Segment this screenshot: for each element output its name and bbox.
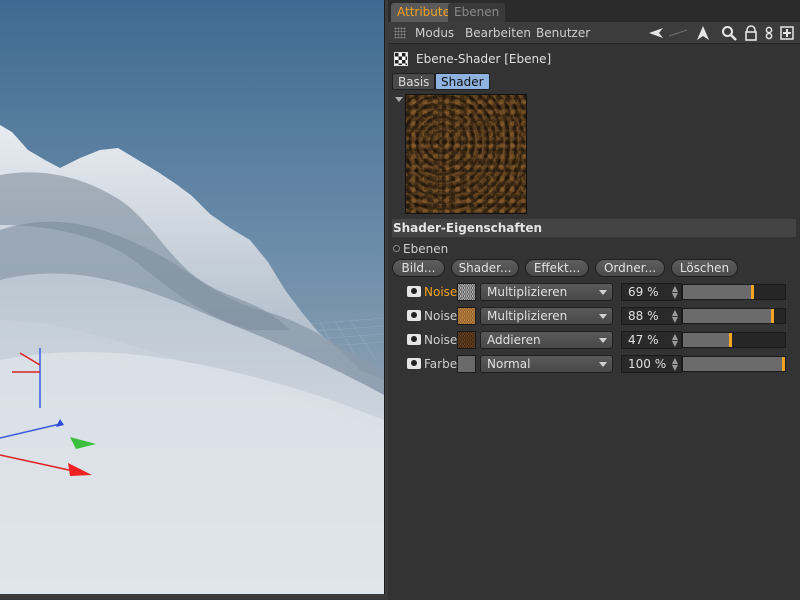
attribute-menu-bar: Modus Bearbeiten Benutzer (388, 22, 800, 44)
blend-mode-select[interactable]: Multiplizieren (480, 307, 613, 325)
opacity-slider[interactable] (682, 284, 786, 300)
panel-tab-bar: Attribute Ebenen (388, 0, 800, 22)
spinner-icon[interactable]: ▲ ▼ (672, 285, 678, 300)
animation-dot-icon[interactable] (393, 245, 400, 252)
bild-button[interactable]: Bild... (392, 259, 445, 277)
loeschen-button[interactable]: Löschen (671, 259, 738, 277)
layer-name[interactable]: Farbe (424, 357, 457, 371)
layer-name[interactable]: Noise (424, 309, 457, 323)
slider-handle[interactable] (729, 333, 732, 347)
section-header[interactable]: Shader-Eigenschaften (392, 219, 796, 237)
slider-fill (683, 357, 785, 371)
viewport-bottom-strip (0, 594, 388, 600)
opacity-slider[interactable] (682, 308, 786, 324)
blend-mode-select[interactable]: Multiplizieren (480, 283, 613, 301)
slider-fill (683, 309, 773, 323)
opacity-field[interactable]: 47 % ▲ ▼ (621, 331, 682, 349)
tab-basis[interactable]: Basis (392, 73, 436, 90)
color-swatch[interactable] (457, 355, 476, 373)
layer-row[interactable]: Noise Addieren 47 % ▲ ▼ (406, 330, 790, 350)
tab-attribute[interactable]: Attribute (391, 3, 456, 22)
noise-thumbnail[interactable] (457, 331, 476, 349)
slider-handle[interactable] (751, 285, 754, 299)
chevron-down-icon (599, 290, 607, 295)
opacity-slider[interactable] (682, 356, 786, 372)
opacity-value: 100 % (628, 357, 667, 371)
ebenen-label: Ebenen (403, 242, 449, 256)
blend-mode-value: Multiplizieren (487, 309, 568, 323)
layer-shader-icon (394, 52, 408, 66)
slider-handle[interactable] (771, 309, 774, 323)
back-arrow-icon[interactable] (648, 25, 664, 41)
opacity-field[interactable]: 100 % ▲ ▼ (621, 355, 682, 373)
eye-icon[interactable] (407, 310, 421, 321)
drag-grip-icon[interactable] (394, 27, 406, 39)
menu-benutzer[interactable]: Benutzer (536, 26, 590, 40)
layer-name[interactable]: Noise (424, 333, 457, 347)
eye-icon[interactable] (407, 334, 421, 345)
3d-viewport[interactable] (0, 0, 384, 594)
new-panel-icon[interactable] (780, 25, 794, 41)
history-slider-icon[interactable] (668, 25, 688, 41)
opacity-value: 69 % (628, 285, 659, 299)
link-icon[interactable] (763, 25, 775, 41)
chevron-down-icon (599, 314, 607, 319)
blend-mode-value: Normal (487, 357, 531, 371)
slider-fill (683, 333, 731, 347)
blend-mode-select[interactable]: Addieren (480, 331, 613, 349)
eye-icon[interactable] (407, 358, 421, 369)
slider-fill (683, 285, 753, 299)
terrain-render (0, 125, 384, 594)
spinner-icon[interactable]: ▲ ▼ (672, 357, 678, 372)
slider-handle[interactable] (782, 357, 785, 371)
noise-thumbnail[interactable] (457, 307, 476, 325)
opacity-slider[interactable] (682, 332, 786, 348)
noise-thumbnail[interactable] (457, 283, 476, 301)
chevron-down-icon (599, 338, 607, 343)
collapse-arrow-icon[interactable] (395, 97, 403, 102)
ordner-button[interactable]: Ordner... (595, 259, 665, 277)
opacity-field[interactable]: 69 % ▲ ▼ (621, 283, 682, 301)
menu-bearbeiten[interactable]: Bearbeiten (465, 26, 531, 40)
opacity-value: 47 % (628, 333, 659, 347)
shader-button[interactable]: Shader... (451, 259, 519, 277)
cursor-icon[interactable] (695, 25, 711, 41)
opacity-value: 88 % (628, 309, 659, 323)
shader-preview[interactable] (405, 94, 527, 214)
section-title: Shader-Eigenschaften (393, 221, 543, 235)
layer-row[interactable]: Noise Multiplizieren 69 % ▲ ▼ (406, 282, 790, 302)
spinner-icon[interactable]: ▲ ▼ (672, 309, 678, 324)
menu-modus[interactable]: Modus (415, 26, 454, 40)
effekt-button[interactable]: Effekt... (525, 259, 589, 277)
search-icon[interactable] (721, 25, 737, 41)
object-title: Ebene-Shader [Ebene] (416, 52, 552, 66)
lock-icon[interactable] (743, 25, 759, 41)
spinner-icon[interactable]: ▲ ▼ (672, 333, 678, 348)
blend-mode-value: Multiplizieren (487, 285, 568, 299)
layer-row[interactable]: Noise Multiplizieren 88 % ▲ ▼ (406, 306, 790, 326)
opacity-field[interactable]: 88 % ▲ ▼ (621, 307, 682, 325)
tab-ebenen[interactable]: Ebenen (448, 3, 506, 22)
layer-row[interactable]: Farbe Normal 100 % ▲ ▼ (406, 354, 790, 374)
eye-icon[interactable] (407, 286, 421, 297)
chevron-down-icon (599, 362, 607, 367)
blend-mode-value: Addieren (487, 333, 541, 347)
attribute-panel: Attribute Ebenen Modus Bearbeiten Benutz… (388, 0, 800, 600)
layer-name[interactable]: Noise (424, 285, 457, 299)
tab-shader[interactable]: Shader (435, 73, 490, 90)
blend-mode-select[interactable]: Normal (480, 355, 613, 373)
object-header: Ebene-Shader [Ebene] (388, 46, 800, 72)
